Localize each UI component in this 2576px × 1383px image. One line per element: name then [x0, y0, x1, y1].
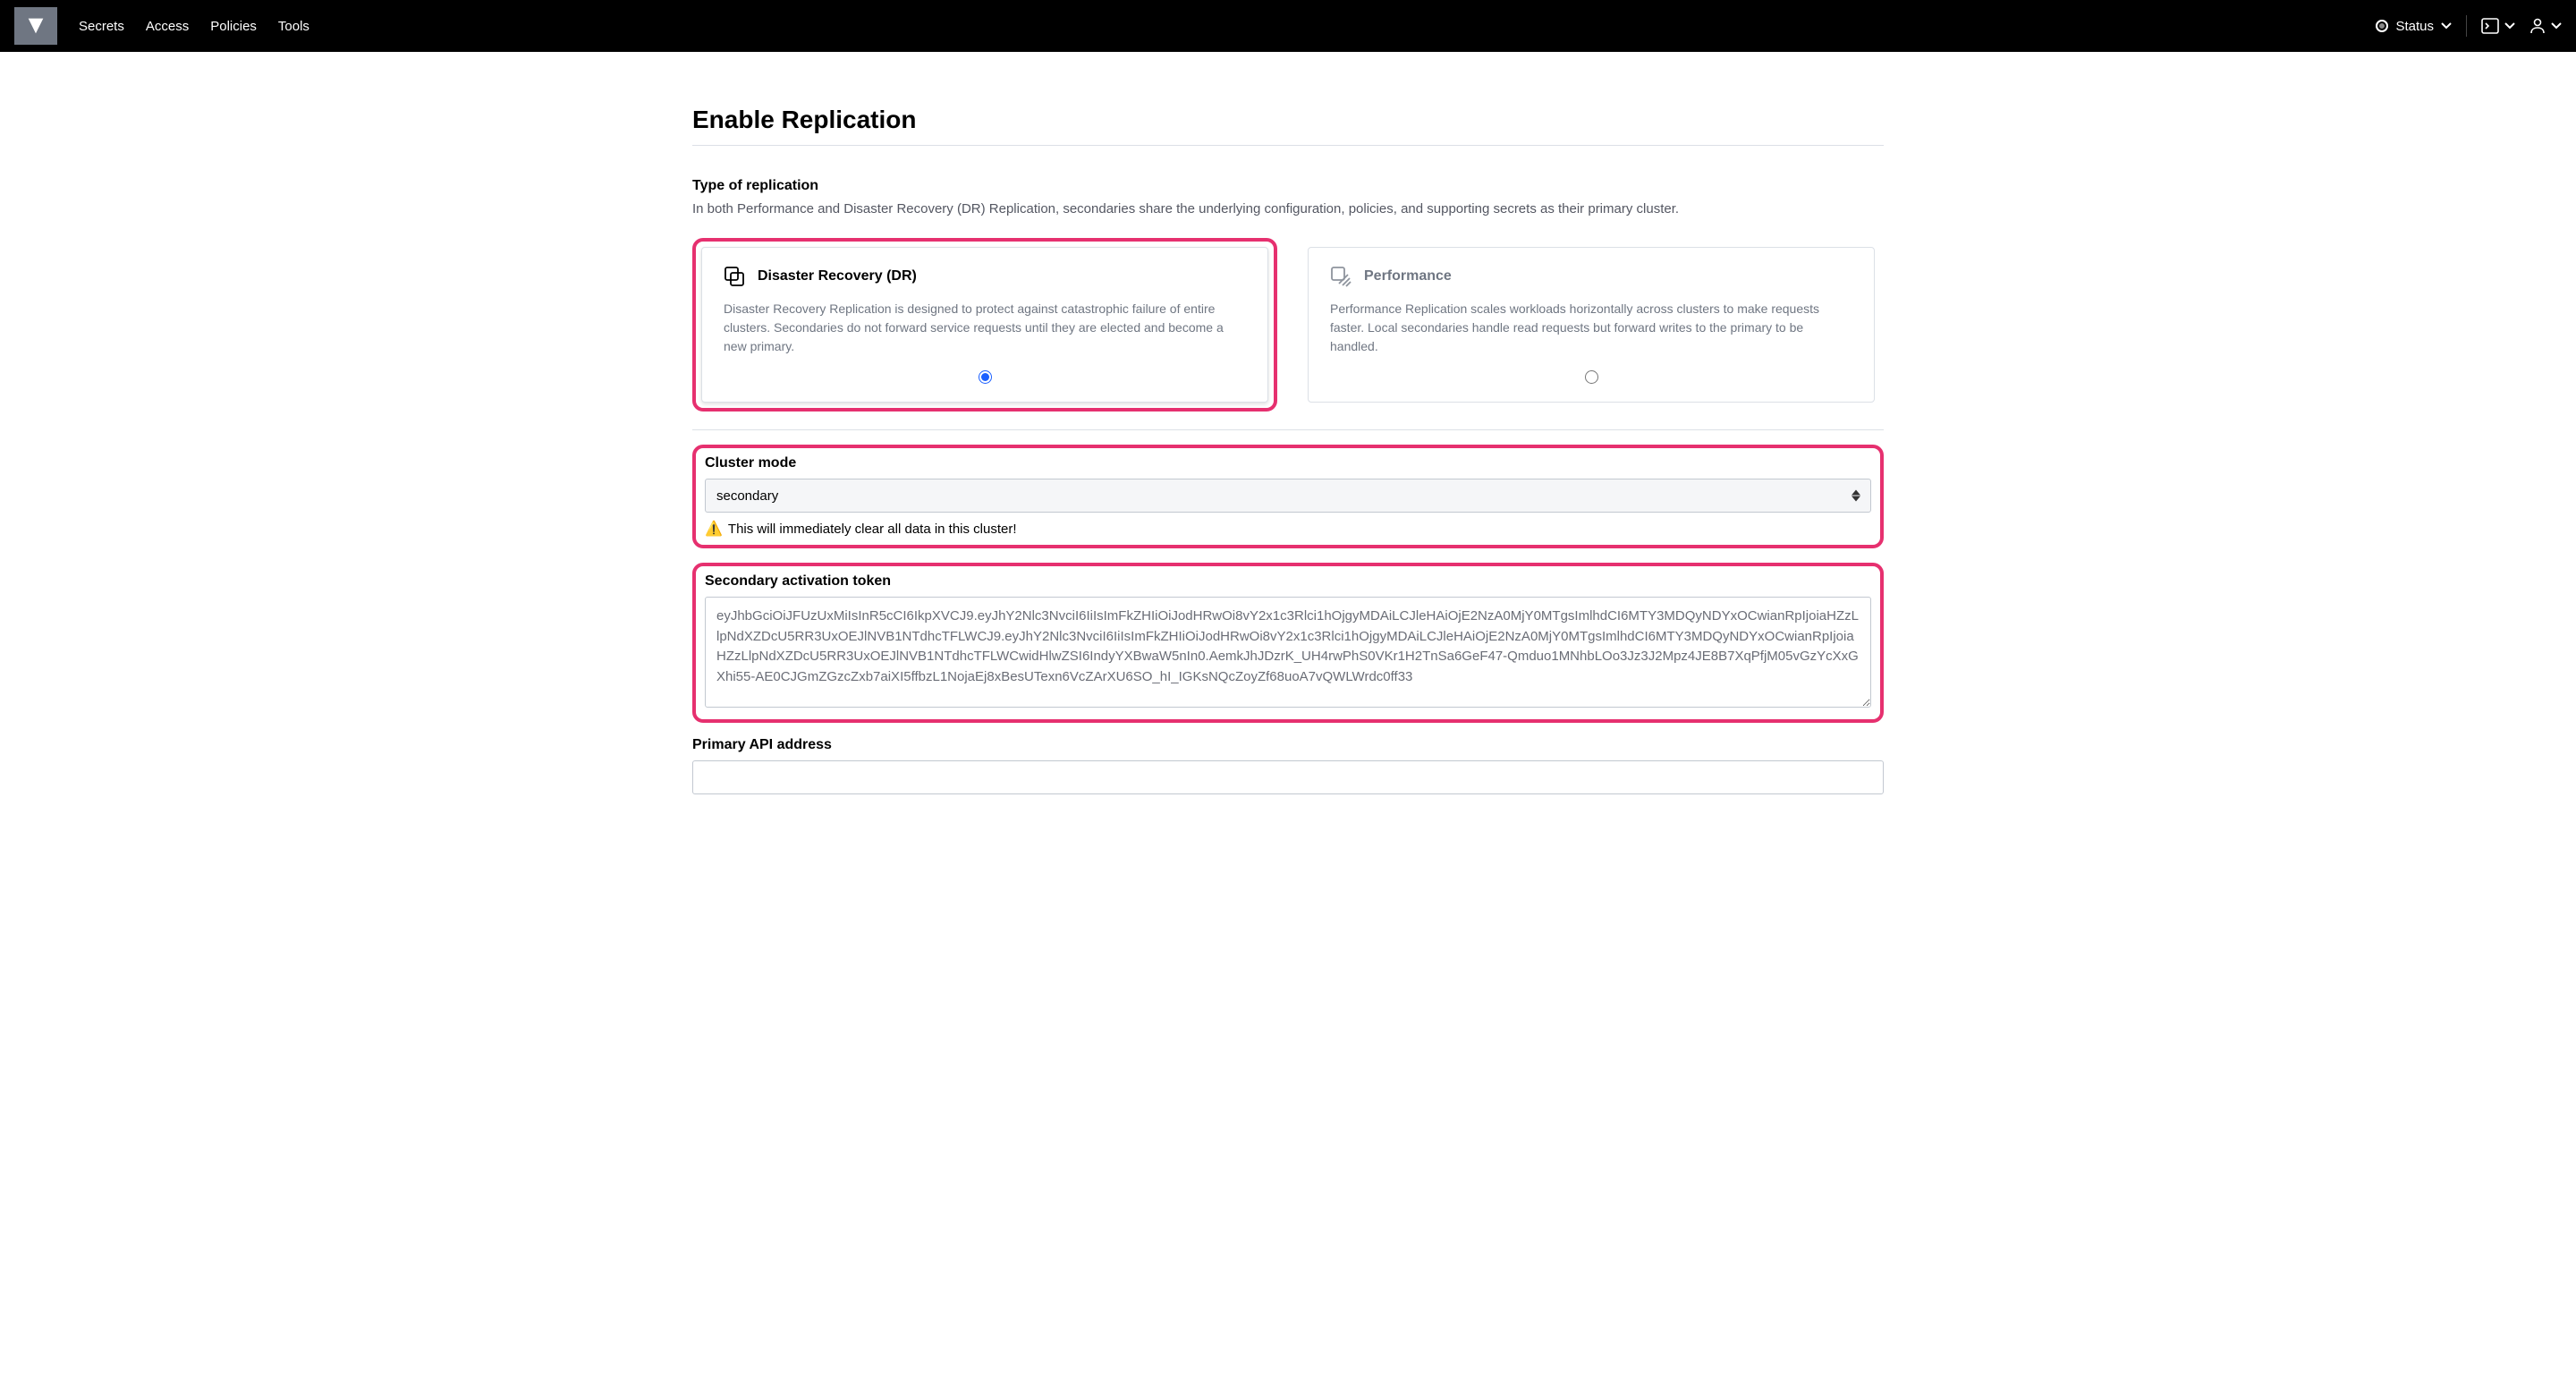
nav-links: Secrets Access Policies Tools	[79, 19, 309, 34]
vault-logo-icon	[27, 17, 45, 35]
chevron-down-icon	[2551, 22, 2562, 30]
navbar: Secrets Access Policies Tools Status	[0, 0, 2576, 52]
nav-policies[interactable]: Policies	[210, 19, 257, 34]
user-icon	[2529, 18, 2546, 34]
replication-options: Disaster Recovery (DR) Disaster Recovery…	[692, 238, 1884, 412]
primary-api-label: Primary API address	[692, 737, 1884, 753]
form-rule	[692, 429, 1884, 430]
chevron-down-icon	[2441, 22, 2452, 30]
dr-card-header: Disaster Recovery (DR)	[724, 266, 1246, 287]
nav-access[interactable]: Access	[146, 19, 189, 34]
perf-card-title: Performance	[1364, 268, 1452, 284]
replication-type-label: Type of replication	[692, 178, 1884, 194]
dr-card-title: Disaster Recovery (DR)	[758, 268, 917, 284]
warning-text: This will immediately clear all data in …	[728, 522, 1017, 537]
cluster-mode-select[interactable]: secondary	[705, 479, 1871, 513]
chevron-down-icon	[2504, 22, 2515, 30]
activation-token-label: Secondary activation token	[705, 573, 1871, 590]
cluster-mode-warning: ⚠️ This will immediately clear all data …	[705, 520, 1871, 538]
title-rule	[692, 145, 1884, 146]
highlight-activation-token: Secondary activation token eyJhbGciOiJFU…	[692, 563, 1884, 723]
page-title: Enable Replication	[692, 106, 1884, 134]
dr-card[interactable]: Disaster Recovery (DR) Disaster Recovery…	[701, 247, 1268, 403]
status-indicator-icon	[2376, 20, 2388, 32]
console-dropdown[interactable]	[2481, 18, 2515, 34]
main-content: Enable Replication Type of replication I…	[671, 52, 1905, 848]
perf-card-desc: Performance Replication scales workloads…	[1330, 300, 1852, 356]
status-label: Status	[2395, 19, 2434, 34]
replication-dr-icon	[724, 266, 745, 287]
replication-perf-icon	[1330, 266, 1352, 287]
nav-divider	[2466, 15, 2467, 37]
terminal-icon	[2481, 18, 2499, 34]
nav-right: Status	[2376, 15, 2562, 37]
cluster-mode-label: Cluster mode	[705, 455, 1871, 471]
nav-secrets[interactable]: Secrets	[79, 19, 124, 34]
nav-tools[interactable]: Tools	[278, 19, 309, 34]
replication-type-desc: In both Performance and Disaster Recover…	[692, 201, 1884, 216]
performance-card[interactable]: Performance Performance Replication scal…	[1308, 247, 1875, 403]
primary-api-input[interactable]	[692, 760, 1884, 794]
dr-radio[interactable]	[979, 370, 992, 384]
perf-radio[interactable]	[1585, 370, 1598, 384]
dr-card-desc: Disaster Recovery Replication is designe…	[724, 300, 1246, 356]
activation-token-input[interactable]: eyJhbGciOiJFUzUxMiIsInR5cCI6IkpXVCJ9.eyJ…	[705, 597, 1871, 708]
warning-icon: ⚠️	[705, 520, 723, 538]
user-dropdown[interactable]	[2529, 18, 2562, 34]
status-dropdown[interactable]: Status	[2376, 19, 2452, 34]
highlight-dr-card: Disaster Recovery (DR) Disaster Recovery…	[692, 238, 1277, 412]
primary-api-group: Primary API address	[692, 737, 1884, 794]
vault-logo[interactable]	[14, 7, 57, 45]
highlight-cluster-mode: Cluster mode secondary ⚠️ This will imme…	[692, 445, 1884, 548]
perf-card-header: Performance	[1330, 266, 1852, 287]
perf-card-wrap: Performance Performance Replication scal…	[1299, 238, 1884, 412]
